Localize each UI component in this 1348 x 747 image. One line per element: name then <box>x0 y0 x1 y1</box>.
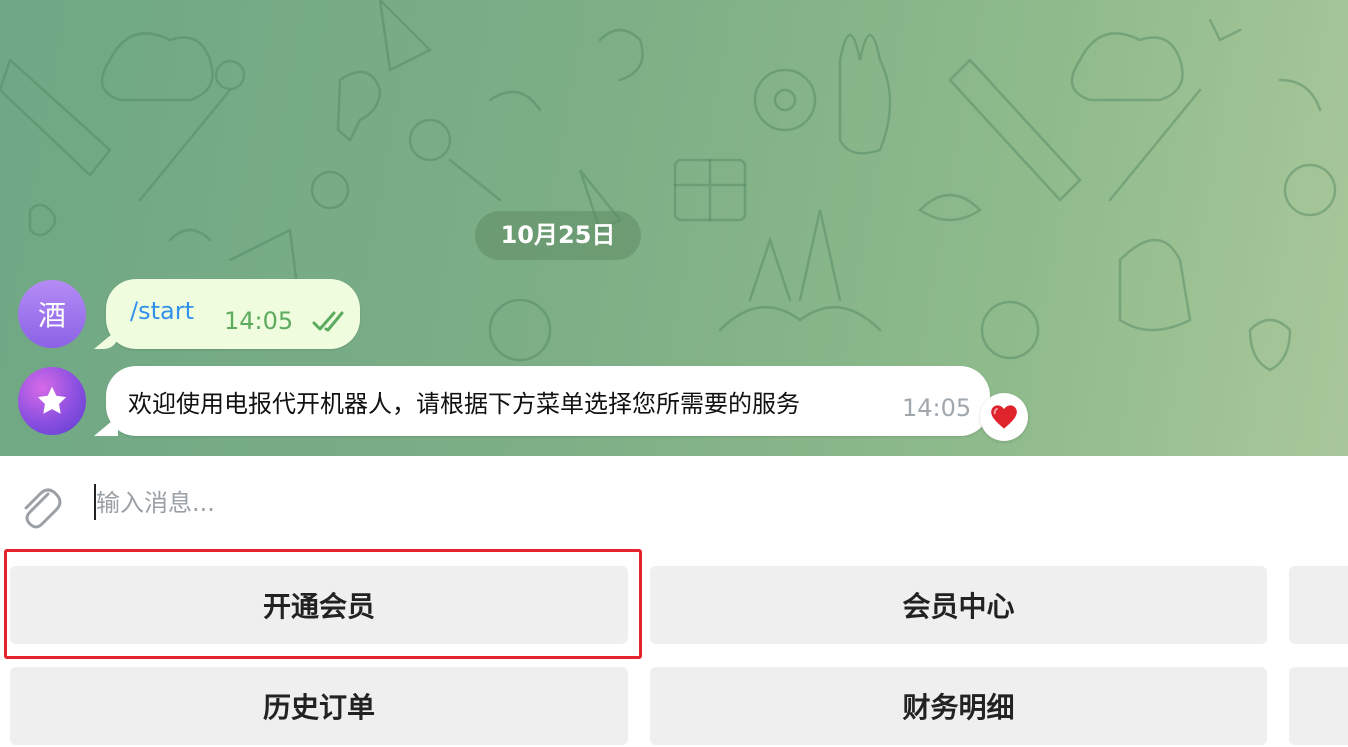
date-separator: 10月25日 <box>475 211 641 260</box>
message-time: 14:05 <box>224 307 294 335</box>
bot-avatar[interactable] <box>18 367 86 435</box>
heart-icon <box>991 405 1017 429</box>
text-cursor <box>94 484 96 520</box>
keyboard-button-partial-right-2[interactable] <box>1289 667 1348 745</box>
message-input[interactable] <box>92 478 1296 528</box>
keyboard-button-member-center[interactable]: 会员中心 <box>650 566 1267 644</box>
keyboard-button-partial-right[interactable] <box>1289 566 1348 644</box>
double-check-icon <box>312 311 344 332</box>
keyboard-button-open-membership[interactable]: 开通会员 <box>10 566 628 644</box>
chat-area: 10月25日 酒 /start 14:05 欢迎使用电报代开机器人，请根据下方菜… <box>0 0 1348 456</box>
heart-reaction[interactable] <box>980 393 1028 441</box>
message-composer <box>0 456 1348 548</box>
keyboard-button-financial-details[interactable]: 财务明细 <box>650 667 1267 745</box>
message-text[interactable]: /start <box>130 297 194 325</box>
paperclip-icon[interactable] <box>18 484 62 534</box>
outgoing-message-bubble[interactable]: /start 14:05 <box>106 279 360 349</box>
keyboard-button-order-history[interactable]: 历史订单 <box>10 667 628 745</box>
user-avatar[interactable]: 酒 <box>18 280 86 348</box>
star-icon <box>37 386 67 414</box>
bot-reply-keyboard: 开通会员 会员中心 历史订单 财务明细 <box>0 548 1348 747</box>
message-time: 14:05 <box>902 394 972 422</box>
message-text: 欢迎使用电报代开机器人，请根据下方菜单选择您所需要的服务 <box>128 390 800 418</box>
incoming-message-bubble[interactable]: 欢迎使用电报代开机器人，请根据下方菜单选择您所需要的服务 14:05 <box>106 366 990 436</box>
